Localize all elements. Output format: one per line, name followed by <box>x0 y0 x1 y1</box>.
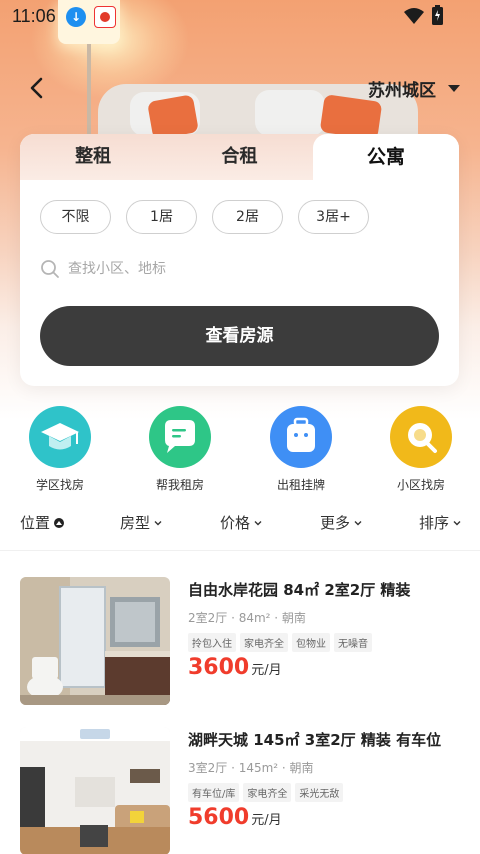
quick-entry-help-rent[interactable]: 帮我租房 <box>135 406 225 493</box>
filter-sort[interactable]: 排序 <box>419 512 461 533</box>
filter-label: 排序 <box>419 514 450 532</box>
listing-tag: 无噪音 <box>334 633 372 652</box>
listing-title: 湖畔天城 145㎡ 3室2厅 精装 有车位 <box>188 731 442 749</box>
status-time: 11:06 <box>12 6 56 26</box>
wifi-icon <box>404 8 424 24</box>
graduation-cap-icon <box>29 406 91 468</box>
search-icon <box>41 260 59 278</box>
listing-meta: 2室2厅 · 84m² · 朝南 <box>188 611 306 625</box>
rent-type-tabs: 整租 合租 公寓 <box>20 134 459 180</box>
quick-entry-list-for-rent[interactable]: 出租挂牌 <box>256 406 346 493</box>
price-value: 5600 <box>188 805 250 830</box>
view-listings-button[interactable]: 查看房源 <box>40 306 439 366</box>
app-notification-icon <box>94 6 116 28</box>
chip-unlimited[interactable]: 不限 <box>40 200 111 234</box>
chevron-down-icon <box>354 520 362 525</box>
search-input[interactable] <box>68 261 408 277</box>
city-selector[interactable]: 苏州城区 <box>368 74 460 102</box>
filter-room-type[interactable]: 房型 <box>120 512 162 533</box>
listing-price: 3600 元/月 <box>188 655 282 680</box>
chevron-down-icon <box>154 520 162 525</box>
filter-label: 房型 <box>120 514 151 532</box>
listing-photo-bathroom <box>20 577 170 705</box>
quick-entry-row: 学区找房 帮我租房 出租挂牌 小区找房 <box>0 406 480 496</box>
chip-1-room[interactable]: 1居 <box>126 200 197 234</box>
listing-photo-living-room <box>20 727 170 854</box>
filter-more[interactable]: 更多 <box>320 512 362 533</box>
price-value: 3600 <box>188 655 250 680</box>
listing-tag: 采光无敌 <box>295 783 344 802</box>
filter-price[interactable]: 价格 <box>220 512 262 533</box>
chip-2-room[interactable]: 2居 <box>212 200 283 234</box>
suitcase-icon <box>270 406 332 468</box>
divider <box>0 550 480 551</box>
quick-entry-label: 小区找房 <box>396 478 445 492</box>
quick-entry-label: 出租挂牌 <box>276 478 325 492</box>
quick-entry-community-search[interactable]: 小区找房 <box>376 406 466 493</box>
chat-bubble-icon <box>149 406 211 468</box>
lamp-pole <box>87 44 91 144</box>
orange-pillow <box>147 94 199 140</box>
tab-shared-rent[interactable]: 合租 <box>166 134 312 180</box>
filter-label: 价格 <box>220 514 251 532</box>
status-bar: 11:06 ↓ <box>0 0 480 34</box>
filter-location[interactable]: 位置 <box>20 512 65 533</box>
listing-tags: 有车位/库 家电齐全 采光无敌 <box>188 783 344 802</box>
chevron-down-icon <box>254 520 262 525</box>
magnifier-icon <box>390 406 452 468</box>
download-icon: ↓ <box>66 7 86 27</box>
filter-bar: 位置 房型 价格 更多 排序 <box>0 508 480 538</box>
filter-label: 更多 <box>320 514 351 532</box>
tab-whole-rent[interactable]: 整租 <box>20 134 166 180</box>
room-filter-chips: 不限 1居 2居 3居+ <box>40 200 369 234</box>
listing-card[interactable]: 自由水岸花园 84㎡ 2室2厅 精装 2室2厅 · 84m² · 朝南 拎包入住… <box>20 577 460 707</box>
search-row <box>40 254 440 284</box>
chevron-down-icon <box>453 520 461 525</box>
search-card: 整租 合租 公寓 不限 1居 2居 3居+ 查看房源 <box>20 134 459 386</box>
filter-label: 位置 <box>20 514 51 532</box>
quick-entry-label: 学区找房 <box>35 478 84 492</box>
price-unit: 元/月 <box>251 813 282 828</box>
listing-meta: 3室2厅 · 145m² · 朝南 <box>188 761 314 775</box>
sofa-cushion <box>255 90 325 136</box>
listing-tag: 拎包入住 <box>188 633 236 652</box>
listing-price: 5600 元/月 <box>188 805 282 830</box>
listing-tag: 家电齐全 <box>243 783 292 802</box>
city-label: 苏州城区 <box>368 80 436 101</box>
quick-entry-school-district[interactable]: 学区找房 <box>15 406 105 493</box>
quick-entry-label: 帮我租房 <box>155 478 204 492</box>
chevron-up-icon <box>54 517 65 528</box>
battery-icon <box>432 5 443 25</box>
listing-tags: 拎包入住 家电齐全 包物业 无噪音 <box>188 633 372 652</box>
listing-title: 自由水岸花园 84㎡ 2室2厅 精装 <box>188 581 411 599</box>
tab-apartment[interactable]: 公寓 <box>312 134 459 180</box>
listing-tag: 家电齐全 <box>240 633 288 652</box>
listing-tag: 有车位/库 <box>188 783 240 802</box>
back-arrow-icon[interactable] <box>24 74 52 102</box>
price-unit: 元/月 <box>251 663 282 678</box>
listing-tag: 包物业 <box>292 633 330 652</box>
caret-down-icon <box>448 84 460 92</box>
chip-3-plus-room[interactable]: 3居+ <box>298 200 369 234</box>
listing-card[interactable]: 湖畔天城 145㎡ 3室2厅 精装 有车位 3室2厅 · 145m² · 朝南 … <box>20 727 460 854</box>
